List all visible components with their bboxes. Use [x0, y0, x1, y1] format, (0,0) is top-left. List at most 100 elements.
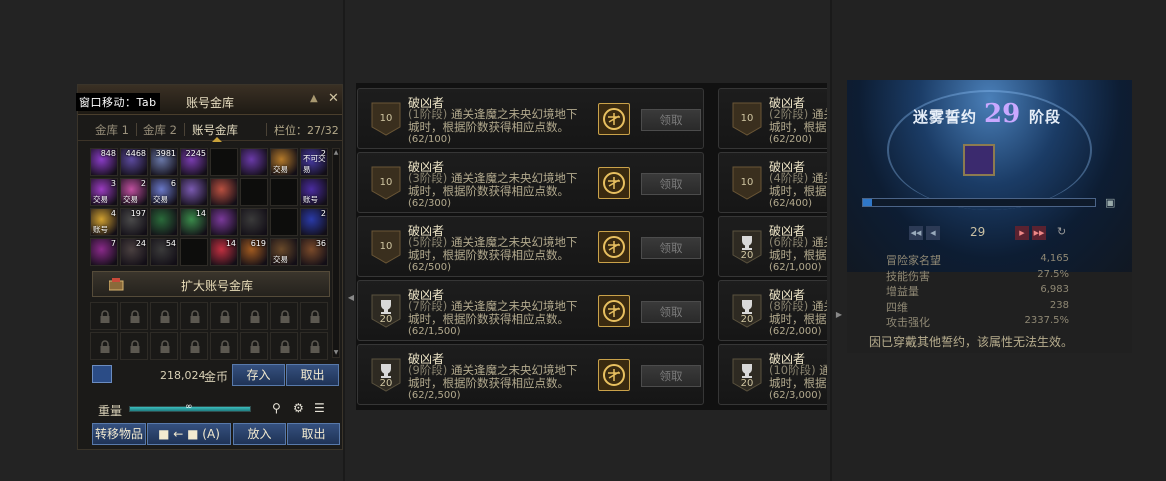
- item-slot-filled[interactable]: [150, 208, 178, 236]
- item-slot-filled[interactable]: 2 不可交易: [300, 148, 328, 176]
- locked-slot[interactable]: [180, 332, 208, 360]
- next-stage-icon[interactable]: ▶: [1015, 226, 1029, 240]
- stat-value: 2337.5%: [1024, 315, 1070, 326]
- item-slot[interactable]: [270, 178, 298, 206]
- reward-progress: (62/3,000): [769, 390, 822, 401]
- item-slot-filled[interactable]: 619: [240, 238, 268, 266]
- item-slot-filled[interactable]: 2: [300, 208, 328, 236]
- reward-emblem-icon[interactable]: [598, 167, 630, 199]
- item-slot-filled[interactable]: 197: [120, 208, 148, 236]
- locked-slot[interactable]: [300, 332, 328, 360]
- item-slot-filled[interactable]: [240, 208, 268, 236]
- claim-button[interactable]: 领取: [641, 237, 701, 259]
- scroll-right-arrow-icon[interactable]: ▶: [835, 275, 843, 355]
- item-slot[interactable]: [240, 178, 268, 206]
- last-stage-icon[interactable]: ▶▶: [1032, 226, 1046, 240]
- search-icon[interactable]: ⚲: [272, 401, 281, 415]
- reward-stage: (7阶段): [408, 299, 448, 313]
- locked-slot[interactable]: [120, 302, 148, 330]
- locked-slot[interactable]: [90, 332, 118, 360]
- claim-button[interactable]: 领取: [641, 173, 701, 195]
- expand-vault-button[interactable]: 扩大账号金库: [92, 271, 330, 297]
- item-slot-filled[interactable]: 账号: [300, 178, 328, 206]
- item-slot-filled[interactable]: [210, 178, 238, 206]
- withdraw-button[interactable]: 取出: [286, 364, 339, 386]
- claim-button[interactable]: 领取: [641, 365, 701, 387]
- grid-scrollbar[interactable]: ▲ ▼: [332, 148, 340, 358]
- gear-icon[interactable]: ⚙: [293, 401, 304, 415]
- locked-slot[interactable]: [270, 332, 298, 360]
- tab-vault-1[interactable]: 金库 1: [95, 122, 129, 138]
- item-slot-filled[interactable]: 3981: [150, 148, 178, 176]
- reward-chest-icon[interactable]: ▣: [1105, 196, 1115, 209]
- reward-points: 20: [740, 378, 754, 389]
- take-out-button[interactable]: 取出: [287, 423, 340, 445]
- locked-slot[interactable]: [300, 302, 328, 330]
- tab-account-vault[interactable]: 账号金库: [192, 122, 238, 138]
- reward-emblem-icon[interactable]: [598, 103, 630, 135]
- item-slot[interactable]: [180, 238, 208, 266]
- item-slot-filled[interactable]: 7: [90, 238, 118, 266]
- item-slot-filled[interactable]: [210, 208, 238, 236]
- put-in-button[interactable]: 放入: [233, 423, 286, 445]
- window-titlebar[interactable]: 窗口移动：Tab 账号金库 ▲ ✕: [76, 85, 342, 115]
- close-button[interactable]: ✕: [328, 91, 339, 106]
- reward-badge: 20: [731, 229, 763, 265]
- item-slot-filled[interactable]: 4 账号: [90, 208, 118, 236]
- first-stage-icon[interactable]: ◀◀: [909, 226, 923, 240]
- reward-emblem-icon[interactable]: [598, 295, 630, 327]
- reward-points: 10: [740, 177, 754, 188]
- transfer-mode-button[interactable]: ■ ← ■ (A): [147, 423, 231, 445]
- reward-emblem-icon[interactable]: [598, 231, 630, 263]
- item-slot-filled[interactable]: 14: [210, 238, 238, 266]
- transfer-items-button[interactable]: 转移物品: [92, 423, 146, 445]
- scroll-up-icon[interactable]: ▲: [332, 149, 340, 157]
- reward-points: 20: [379, 314, 393, 325]
- reset-icon[interactable]: ↻: [1057, 225, 1066, 238]
- pin-icon[interactable]: ▲: [310, 93, 318, 104]
- item-slot-filled[interactable]: [180, 178, 208, 206]
- locked-slot[interactable]: [150, 332, 178, 360]
- reward-badge: 10: [370, 101, 402, 137]
- scroll-down-icon[interactable]: ▼: [332, 349, 340, 357]
- item-slot-filled[interactable]: [240, 148, 268, 176]
- list-sort-icon[interactable]: ☰: [314, 401, 325, 415]
- item-slot-filled[interactable]: 3 交易: [90, 178, 118, 206]
- item-slot-filled[interactable]: 4468: [120, 148, 148, 176]
- reward-points: 20: [379, 378, 393, 389]
- contract-title-suffix: 阶段: [1029, 108, 1062, 126]
- locked-slot[interactable]: [210, 332, 238, 360]
- item-slot-filled[interactable]: 14: [180, 208, 208, 236]
- contract-item-icon[interactable]: [963, 144, 995, 176]
- tab-vault-2[interactable]: 金库 2: [143, 122, 177, 138]
- item-slot-filled[interactable]: 6 交易: [150, 178, 178, 206]
- reward-stage: (8阶段): [769, 299, 809, 313]
- locked-slot[interactable]: [150, 302, 178, 330]
- item-slot-filled[interactable]: 2 交易: [120, 178, 148, 206]
- item-slot-filled[interactable]: 交易: [270, 238, 298, 266]
- scroll-left-arrow-icon[interactable]: ◀: [347, 258, 355, 338]
- item-slot-filled[interactable]: 24: [120, 238, 148, 266]
- prev-stage-icon[interactable]: ◀: [926, 226, 940, 240]
- locked-slot[interactable]: [270, 302, 298, 330]
- claim-button[interactable]: 领取: [641, 109, 701, 131]
- item-slot[interactable]: [210, 148, 238, 176]
- locked-slot[interactable]: [120, 332, 148, 360]
- item-count: 3981: [155, 149, 176, 158]
- item-slot-filled[interactable]: 54: [150, 238, 178, 266]
- item-slot-filled[interactable]: 2245: [180, 148, 208, 176]
- locked-slot[interactable]: [180, 302, 208, 330]
- locked-slot[interactable]: [240, 302, 268, 330]
- reward-emblem-icon[interactable]: [598, 359, 630, 391]
- item-slot[interactable]: [270, 208, 298, 236]
- item-slot-filled[interactable]: 交易: [270, 148, 298, 176]
- item-slot-filled[interactable]: 36: [300, 238, 328, 266]
- lock-icon: [220, 340, 230, 353]
- item-slot-filled[interactable]: 848: [90, 148, 118, 176]
- claim-button[interactable]: 领取: [641, 301, 701, 323]
- reward-stage: (3阶段): [408, 171, 448, 185]
- locked-slot[interactable]: [90, 302, 118, 330]
- locked-slot[interactable]: [240, 332, 268, 360]
- deposit-button[interactable]: 存入: [232, 364, 285, 386]
- locked-slot[interactable]: [210, 302, 238, 330]
